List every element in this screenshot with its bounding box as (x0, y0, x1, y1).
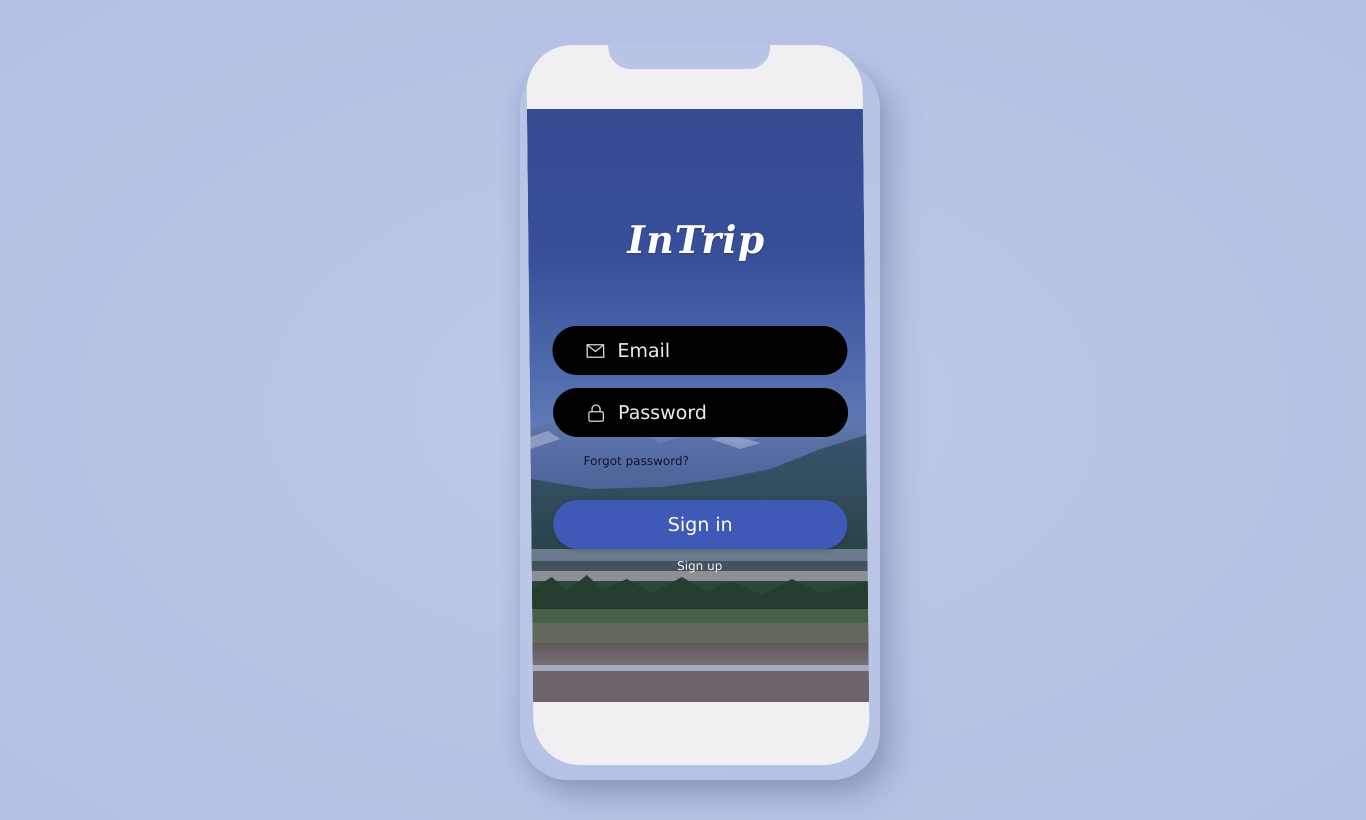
mockup-background: InTrip Email Password Forgot password? S… (0, 0, 1366, 820)
password-field[interactable]: Password (552, 388, 849, 437)
sign-up-link[interactable]: Sign up (532, 559, 868, 573)
lock-icon (586, 403, 606, 423)
phone-frame: InTrip Email Password Forgot password? S… (526, 45, 870, 765)
password-placeholder: Password (617, 401, 707, 424)
email-placeholder: Email (617, 339, 671, 362)
email-field[interactable]: Email (552, 326, 848, 375)
login-screen: InTrip Email Password Forgot password? S… (526, 109, 870, 702)
sign-in-button[interactable]: Sign in (552, 500, 848, 549)
envelope-icon (585, 341, 605, 361)
phone-notch (608, 45, 771, 69)
app-logo: InTrip (627, 217, 766, 262)
forgot-password-link[interactable]: Forgot password? (584, 454, 690, 468)
